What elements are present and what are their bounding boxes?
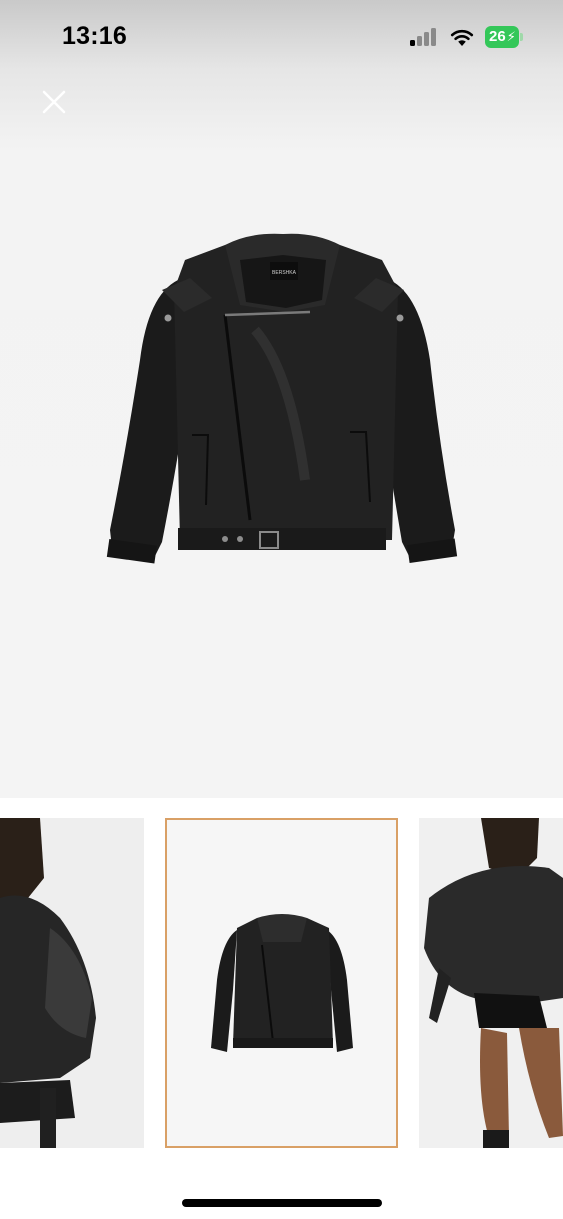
thumbnail-2-selected[interactable] (165, 818, 398, 1148)
jacket-brand-label: BERSHKA (272, 270, 297, 276)
image-viewer: 13:16 26⚡ BERSHKA (0, 0, 563, 798)
thumbnail-3[interactable] (419, 818, 563, 1148)
close-icon[interactable] (36, 84, 72, 120)
status-bar: 13:16 26⚡ (0, 0, 563, 76)
main-product-image[interactable]: BERSHKA (100, 220, 465, 580)
jacket-illustration: BERSHKA (106, 233, 458, 564)
thumbnail-strip (0, 818, 563, 1150)
battery-icon: 26⚡ (485, 26, 523, 48)
wifi-icon (450, 29, 474, 46)
battery-level: 26 (489, 28, 506, 45)
jacket-product-thumbnail (167, 820, 396, 1146)
cellular-signal-icon (410, 28, 440, 46)
model-side-view-image (0, 818, 144, 1148)
status-time: 13:16 (62, 22, 127, 50)
home-indicator[interactable] (182, 1199, 382, 1207)
model-back-view-image (419, 818, 563, 1148)
thumbnail-1[interactable] (0, 818, 144, 1148)
